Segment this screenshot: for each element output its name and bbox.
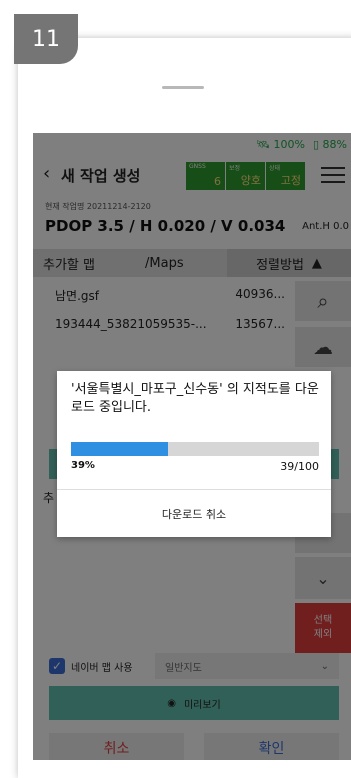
progress-bar (71, 442, 319, 456)
app-screen: 🛰 100% ▯ 88% ‹ 새 작업 생성 GNSS 6 보정 양호 상태 고… (33, 133, 351, 760)
progress-percent: 39% (71, 460, 95, 471)
step-number: 11 (32, 26, 60, 52)
download-message: '서울특별시_마포구_신수동' 의 지적도를 다운로드 중입니다. (71, 382, 319, 415)
step-badge: 11 (14, 14, 78, 64)
progress-count: 39/100 (280, 460, 319, 473)
download-dialog: '서울특별시_마포구_신수동' 의 지적도를 다운로드 중입니다. 39% 39… (57, 371, 331, 537)
cancel-download-button[interactable]: 다운로드 취소 (57, 490, 331, 537)
progress-fill (71, 442, 168, 456)
sheet-drag-handle[interactable] (162, 86, 204, 89)
